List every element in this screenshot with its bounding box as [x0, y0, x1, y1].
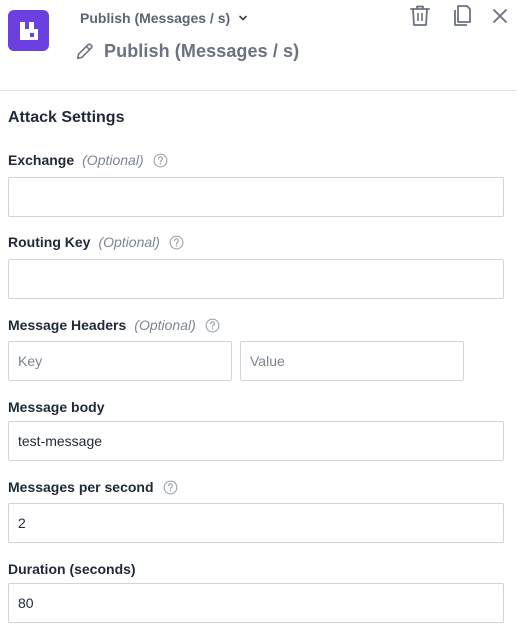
panel-title[interactable]: Publish (Messages / s): [104, 41, 299, 62]
messages-per-second-label-text: Messages per second: [8, 479, 154, 495]
duration-input[interactable]: [8, 583, 504, 623]
header-key-input[interactable]: [8, 341, 232, 381]
help-icon[interactable]: [205, 318, 220, 333]
attack-type-label: Publish (Messages / s): [80, 10, 231, 26]
duration-label: Duration (seconds): [8, 560, 136, 578]
section-title: Attack Settings: [8, 109, 125, 126]
routing-key-input[interactable]: [8, 259, 504, 299]
help-icon[interactable]: [153, 153, 168, 168]
message-headers-label: Message Headers (Optional): [8, 316, 220, 334]
message-body-label: Message body: [8, 398, 104, 416]
panel-header: Publish (Messages / s) Publish (Messages…: [0, 0, 517, 91]
rabbitmq-logo-icon: [19, 21, 38, 40]
exchange-label-text: Exchange: [8, 152, 75, 168]
message-body-label-text: Message body: [8, 399, 105, 415]
help-icon[interactable]: [169, 235, 184, 250]
title-row: Publish (Messages / s): [74, 40, 299, 62]
attack-type-dropdown[interactable]: Publish (Messages / s): [80, 8, 248, 28]
message-headers-label-text: Message Headers: [8, 317, 127, 333]
routing-key-label-text: Routing Key: [8, 234, 91, 250]
header-value-input[interactable]: [240, 341, 464, 381]
message-body-input[interactable]: [8, 421, 504, 461]
delete-button[interactable]: [408, 4, 432, 28]
duplicate-button[interactable]: [449, 4, 473, 28]
trash-icon: [410, 5, 430, 26]
rabbitmq-logo: [8, 10, 49, 51]
exchange-label: Exchange (Optional): [8, 151, 168, 169]
close-icon: [493, 9, 507, 23]
help-icon[interactable]: [163, 480, 178, 495]
messages-per-second-input[interactable]: [8, 503, 504, 543]
routing-key-optional: (Optional): [98, 234, 160, 250]
duration-label-text: Duration (seconds): [8, 561, 136, 577]
pencil-icon[interactable]: [74, 40, 96, 62]
exchange-input[interactable]: [8, 177, 504, 217]
close-button[interactable]: [488, 4, 512, 28]
messages-per-second-label: Messages per second: [8, 478, 178, 496]
routing-key-label: Routing Key (Optional): [8, 233, 184, 251]
copy-icon: [454, 5, 471, 26]
chevron-down-icon: [239, 15, 247, 21]
message-headers-optional: (Optional): [134, 317, 196, 333]
exchange-optional: (Optional): [82, 152, 144, 168]
